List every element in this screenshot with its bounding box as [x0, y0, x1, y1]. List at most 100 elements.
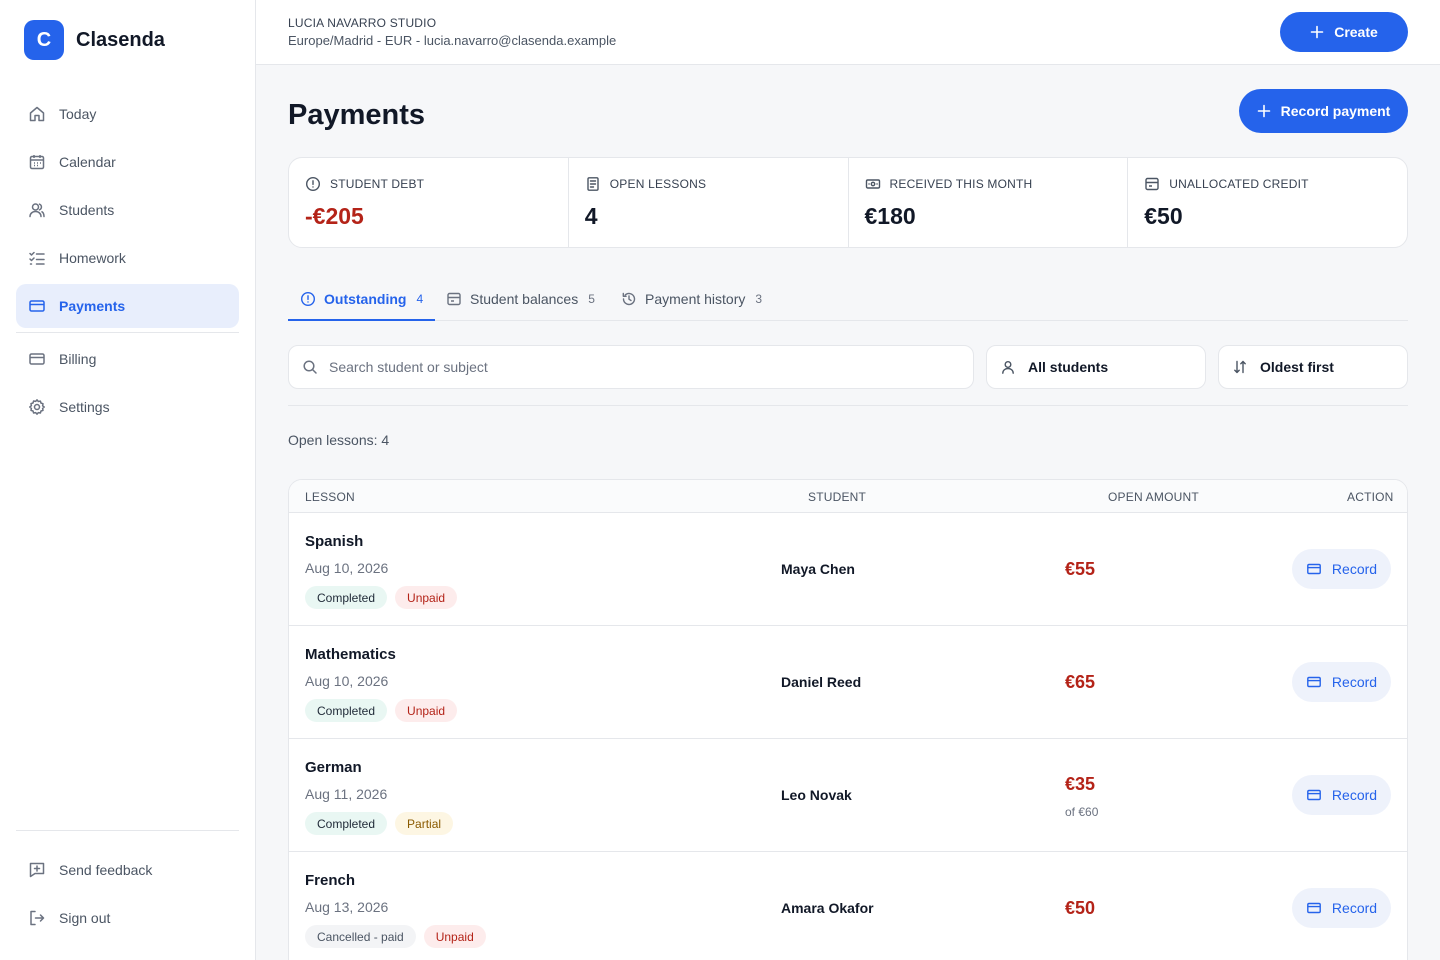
cash-icon — [865, 176, 881, 192]
sidebar-item-label: Send feedback — [59, 862, 153, 878]
tab-label: Outstanding — [324, 290, 407, 307]
open-amount: €50 — [1065, 898, 1096, 918]
sidebar-item-payments[interactable]: Payments — [16, 284, 239, 328]
search-input[interactable] — [329, 359, 929, 375]
lesson-date: Aug 10, 2026 — [305, 673, 389, 689]
stat-received-this-month: RECEIVED THIS MONTH €180 — [849, 158, 1129, 247]
plus-icon — [1257, 104, 1271, 118]
sidebar-item-students[interactable]: Students — [16, 188, 239, 232]
payment-badge: Unpaid — [395, 586, 458, 609]
record-button-label: Record — [1331, 561, 1378, 577]
outstanding-table: LESSON STUDENT OPEN AMOUNT ACTION Spanis… — [288, 479, 1408, 960]
sidebar-item-calendar[interactable]: Calendar — [16, 140, 239, 184]
column-header-open-amount: OPEN AMOUNT — [1108, 490, 1199, 504]
stat-label: UNALLOCATED CREDIT — [1144, 176, 1308, 192]
calendar-icon — [28, 153, 46, 171]
sidebar-item-billing[interactable]: Billing — [16, 337, 239, 381]
lesson-subject: Spanish — [305, 533, 364, 550]
sidebar-item-label: Students — [59, 202, 115, 218]
tab-count: 4 — [416, 291, 424, 306]
student-name: Leo Novak — [781, 787, 852, 803]
tab-payment-history[interactable]: Payment history 3 — [609, 278, 774, 320]
stat-value: 4 — [584, 203, 598, 229]
sidebar: C Clasenda Today Calendar Students Homew… — [0, 0, 256, 960]
sidebar-item-sign-out[interactable]: Sign out — [16, 896, 239, 940]
search-icon — [302, 359, 318, 375]
status-badge: Completed — [305, 812, 388, 835]
record-button[interactable]: Record — [1292, 888, 1391, 928]
table-header: LESSON STUDENT OPEN AMOUNT ACTION — [289, 480, 1407, 513]
sidebar-item-today[interactable]: Today — [16, 92, 239, 136]
tab-count: 3 — [755, 292, 763, 306]
open-lessons-count: Open lessons: 4 — [288, 432, 390, 448]
stat-label: STUDENT DEBT — [305, 176, 424, 192]
stat-label: OPEN LESSONS — [585, 176, 706, 192]
lesson-badges: Completed Unpaid — [305, 699, 458, 722]
record-button[interactable]: Record — [1292, 662, 1391, 702]
card-icon — [1306, 674, 1322, 690]
history-icon — [621, 291, 637, 307]
sidebar-item-label: Homework — [59, 250, 126, 266]
status-badge: Completed — [305, 699, 388, 722]
sidebar-item-label: Today — [59, 106, 97, 122]
stats-panel: STUDENT DEBT -€205 OPEN LESSONS 4 RECEIV… — [288, 157, 1408, 248]
record-button-label: Record — [1331, 674, 1378, 690]
status-badge: Cancelled - paid — [305, 925, 416, 948]
home-icon — [28, 105, 46, 123]
user-icon — [1000, 359, 1016, 375]
tab-label: Payment history — [645, 291, 746, 307]
tab-student-balances[interactable]: Student balances 5 — [434, 278, 607, 320]
gear-icon — [28, 398, 46, 416]
studio-meta: Europe/Madrid - EUR - lucia.navarro@clas… — [288, 33, 617, 48]
lesson-badges: Cancelled - paid Unpaid — [305, 925, 486, 948]
alert-circle-icon — [305, 176, 321, 192]
card-icon — [1306, 900, 1322, 916]
student-filter-select[interactable]: All students — [986, 345, 1206, 389]
sidebar-item-label: Calendar — [59, 154, 116, 170]
stat-label: RECEIVED THIS MONTH — [865, 176, 1033, 192]
sidebar-item-settings[interactable]: Settings — [16, 385, 239, 429]
stat-student-debt: STUDENT DEBT -€205 — [289, 158, 569, 247]
table-row: German Aug 11, 2026 Completed Partial Le… — [289, 739, 1407, 852]
lesson-badges: Completed Unpaid — [305, 586, 458, 609]
student-name: Amara Okafor — [781, 900, 874, 916]
record-payment-label: Record payment — [1280, 103, 1391, 119]
document-icon — [585, 176, 601, 192]
studio-name: LUCIA NAVARRO STUDIO — [288, 16, 437, 30]
lesson-subject: German — [305, 759, 362, 776]
student-name: Daniel Reed — [781, 674, 862, 690]
record-payment-button[interactable]: Record payment — [1239, 89, 1408, 133]
record-button-label: Record — [1331, 900, 1378, 916]
plus-icon — [1310, 25, 1324, 39]
payments-tabs: Outstanding 4 Student balances 5 Payment… — [288, 278, 1408, 321]
status-badge: Completed — [305, 586, 388, 609]
sidebar-item-send-feedback[interactable]: Send feedback — [16, 848, 239, 892]
record-button[interactable]: Record — [1292, 549, 1391, 589]
brand-logo: C — [24, 20, 64, 60]
lesson-date: Aug 11, 2026 — [305, 786, 388, 802]
search-box[interactable] — [288, 345, 974, 389]
feedback-icon — [28, 861, 46, 879]
sidebar-item-label: Billing — [59, 351, 97, 367]
sort-value: Oldest first — [1260, 359, 1334, 375]
table-row: French Aug 13, 2026 Cancelled - paid Unp… — [289, 852, 1407, 960]
column-header-lesson: LESSON — [305, 490, 355, 504]
stat-value: €50 — [1144, 203, 1183, 229]
sign-out-icon — [28, 909, 46, 927]
brand-name: Clasenda — [76, 28, 165, 51]
student-name: Maya Chen — [781, 561, 855, 577]
lesson-date: Aug 10, 2026 — [305, 560, 389, 576]
card-icon — [1306, 787, 1322, 803]
tab-outstanding[interactable]: Outstanding 4 — [288, 278, 436, 321]
wallet-icon — [1144, 176, 1160, 192]
record-button[interactable]: Record — [1292, 775, 1391, 815]
sidebar-divider — [16, 332, 239, 333]
sidebar-item-homework[interactable]: Homework — [16, 236, 239, 280]
create-button[interactable]: Create — [1280, 12, 1408, 52]
brand[interactable]: C Clasenda — [24, 20, 165, 60]
sidebar-item-label: Settings — [59, 399, 110, 415]
sort-select[interactable]: Oldest first — [1218, 345, 1408, 389]
stat-value: €180 — [864, 203, 916, 229]
tab-count: 5 — [588, 292, 595, 306]
payment-badge: Unpaid — [423, 925, 486, 948]
